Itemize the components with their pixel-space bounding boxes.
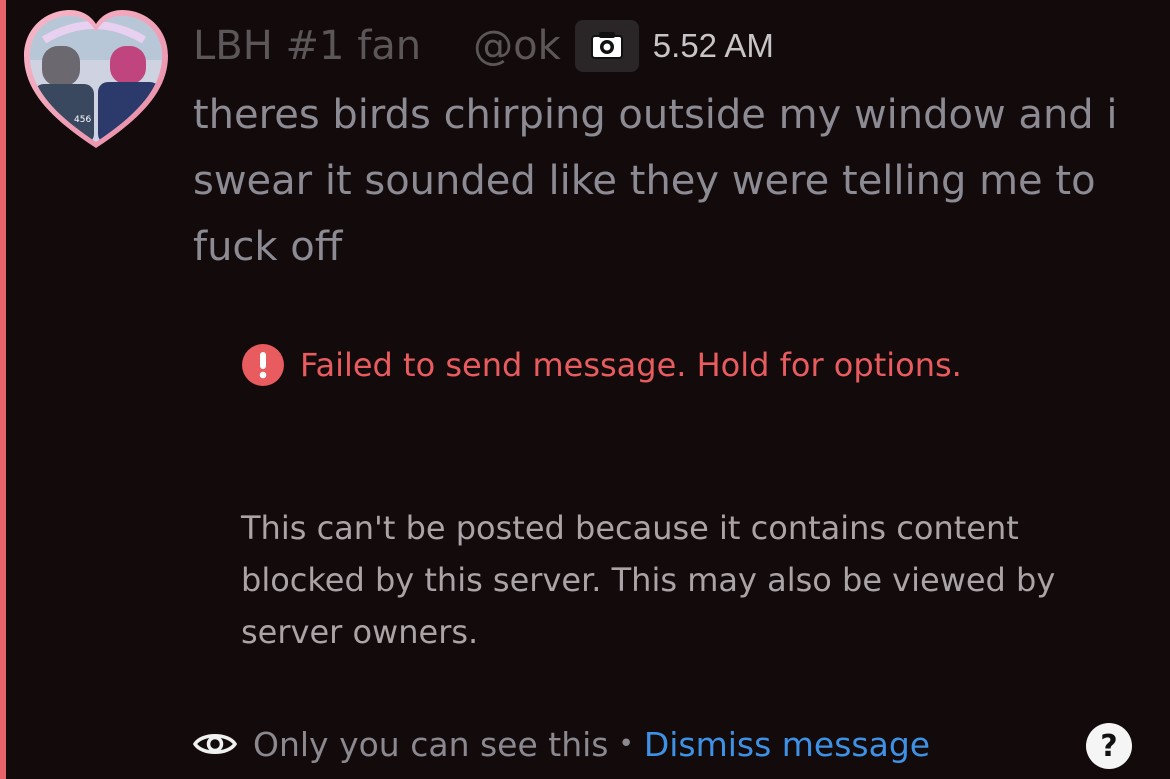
dismiss-message-link[interactable]: Dismiss message (644, 725, 930, 764)
send-failed-text: Failed to send message. Hold for options… (300, 346, 962, 384)
message-timestamp: 5.52 AM (652, 27, 774, 64)
visibility-label: Only you can see this (253, 724, 609, 764)
server-tag-badge[interactable] (574, 20, 639, 72)
message-content[interactable]: theres birds chirping outside my window … (193, 82, 1153, 280)
blocked-content-notice: This can't be posted because it contains… (241, 509, 1056, 651)
footer-separator: • (618, 729, 634, 759)
author-handle[interactable]: @ok (473, 23, 561, 69)
send-failed-notice[interactable]: Failed to send message. Hold for options… (241, 343, 962, 387)
svg-text:456: 456 (74, 115, 91, 125)
eye-icon (193, 734, 237, 754)
message-highlight-bar (0, 0, 6, 779)
camera-icon (590, 32, 623, 59)
message-header: LBH #1 fan @ok 5.52 AM (193, 16, 774, 76)
exclamation-circle-icon (242, 344, 284, 386)
author-display-name[interactable]: LBH #1 fan (193, 23, 421, 69)
ephemeral-footer: Only you can see this • Dismiss message (193, 718, 930, 770)
help-button[interactable]: ? (1086, 723, 1132, 769)
avatar[interactable]: 456 0 (24, 10, 168, 150)
